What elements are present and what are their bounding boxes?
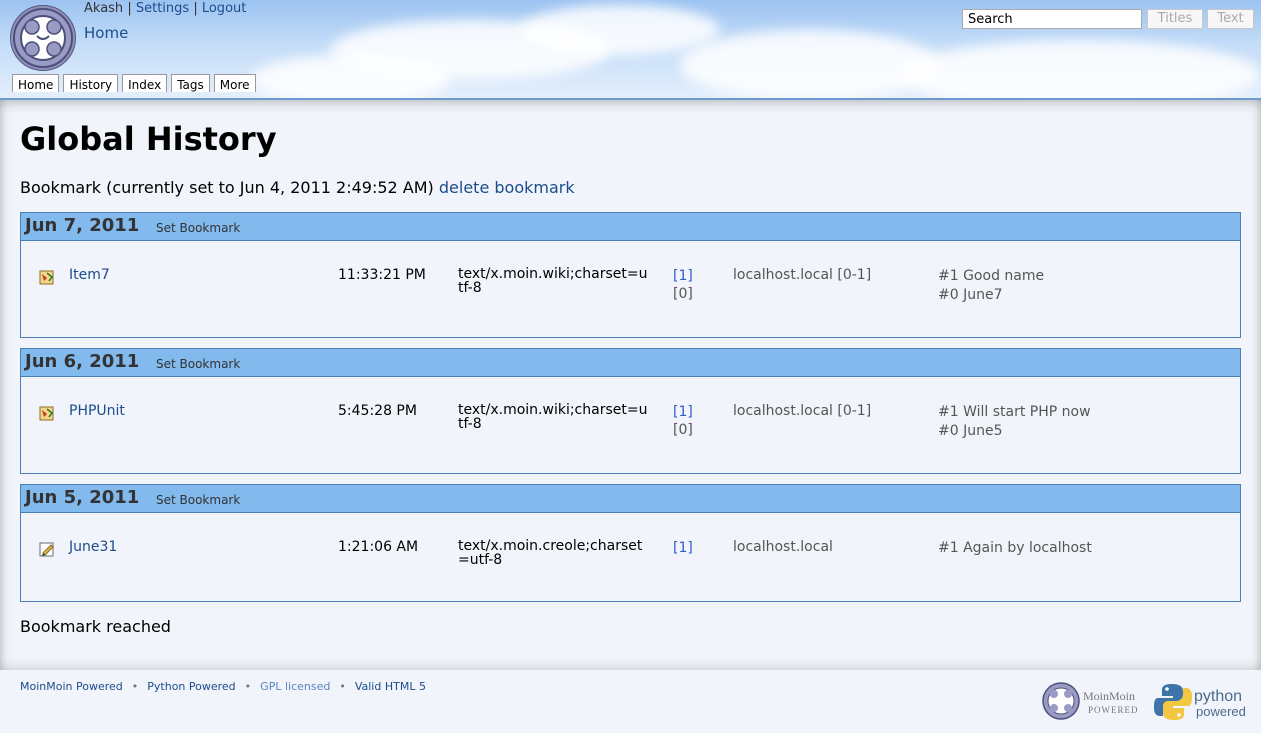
day-date: Jun 5, 2011 bbox=[25, 487, 140, 508]
python-powered-badge[interactable]: python powered bbox=[1154, 682, 1249, 722]
comment: #0 June5 bbox=[938, 423, 1003, 439]
page-name-link[interactable]: Item7 bbox=[69, 267, 110, 283]
search-input[interactable] bbox=[962, 9, 1142, 29]
tab-home[interactable]: Home bbox=[12, 74, 60, 92]
cloud-decoration bbox=[520, 5, 720, 55]
set-bookmark-link[interactable]: Set Bookmark bbox=[156, 357, 240, 371]
titles-button[interactable]: Titles bbox=[1147, 9, 1203, 29]
valid-html5-link[interactable]: Valid HTML 5 bbox=[355, 680, 426, 693]
cloud-decoration bbox=[250, 55, 450, 98]
day-block: Jun 7, 2011 Set Bookmark Item7 11:33:21 … bbox=[20, 212, 1241, 338]
tab-history[interactable]: History bbox=[63, 74, 119, 92]
username[interactable]: Akash bbox=[84, 1, 123, 16]
bullet: • bbox=[244, 680, 252, 693]
comment: #1 Will start PHP now bbox=[938, 404, 1091, 420]
day-header: Jun 5, 2011 Set Bookmark bbox=[21, 485, 1240, 513]
tab-index[interactable]: Index bbox=[122, 74, 168, 92]
comment: #1 Again by localhost bbox=[938, 540, 1092, 556]
edit-time: 11:33:21 PM bbox=[338, 267, 426, 283]
comments: #1 Will start PHP now #0 June5 bbox=[938, 403, 1091, 441]
comment: #0 June7 bbox=[938, 287, 1003, 303]
comments: #1 Good name #0 June7 bbox=[938, 267, 1044, 305]
delete-bookmark-link[interactable]: delete bookmark bbox=[439, 178, 575, 197]
day-block: Jun 5, 2011 Set Bookmark June31 1:21:06 … bbox=[20, 484, 1241, 602]
comments: #1 Again by localhost bbox=[938, 539, 1092, 558]
revision-other: [0] bbox=[673, 286, 693, 302]
day-date: Jun 6, 2011 bbox=[25, 351, 140, 372]
history-row: June31 1:21:06 AM text/x.moin.creole;cha… bbox=[21, 513, 1240, 601]
revision-link[interactable]: [1] bbox=[673, 539, 693, 557]
set-bookmark-link[interactable]: Set Bookmark bbox=[156, 221, 240, 235]
revisions: [1] [0] bbox=[673, 267, 693, 303]
separator: | bbox=[127, 1, 132, 16]
moin-badge-subtext: POWERED bbox=[1088, 705, 1139, 715]
comment: #1 Good name bbox=[938, 268, 1045, 284]
edit-time: 5:45:28 PM bbox=[338, 403, 417, 419]
content-type: text/x.moin.wiki;charset=utf-8 bbox=[458, 266, 648, 296]
page-name-link[interactable]: PHPUnit bbox=[69, 403, 125, 419]
home-link[interactable]: Home bbox=[84, 24, 128, 42]
content-type: text/x.moin.wiki;charset=utf-8 bbox=[458, 402, 648, 432]
text-button[interactable]: Text bbox=[1207, 9, 1254, 29]
bookmark-reached-text: Bookmark reached bbox=[20, 617, 171, 636]
cloud-decoration bbox=[680, 30, 940, 98]
cloud-decoration bbox=[900, 40, 1260, 98]
gpl-licensed-link[interactable]: GPL licensed bbox=[260, 680, 330, 693]
page-diff-icon[interactable] bbox=[39, 269, 55, 285]
page-diff-icon[interactable] bbox=[39, 405, 55, 421]
tab-tags[interactable]: Tags bbox=[171, 74, 210, 92]
page-name-link[interactable]: June31 bbox=[69, 539, 117, 555]
bullet: • bbox=[131, 680, 139, 693]
revisions: [1] [0] bbox=[673, 403, 693, 439]
moinmoin-powered-link[interactable]: MoinMoin Powered bbox=[20, 680, 123, 693]
user-bar: Akash | Settings | Logout bbox=[84, 1, 246, 16]
edit-time: 1:21:06 AM bbox=[338, 539, 419, 555]
separator: | bbox=[193, 1, 198, 16]
python-badge-subtext: powered bbox=[1196, 704, 1246, 719]
nav-tabs: Home History Index Tags More bbox=[12, 74, 256, 92]
logout-link[interactable]: Logout bbox=[202, 1, 247, 16]
bookmark-line: Bookmark (currently set to Jun 4, 2011 2… bbox=[20, 178, 575, 197]
content-type: text/x.moin.creole;charset=utf-8 bbox=[458, 538, 643, 568]
tab-more[interactable]: More bbox=[213, 74, 256, 92]
main-content: Global History Bookmark (currently set t… bbox=[0, 100, 1261, 670]
moin-badge-text: MoinMoin bbox=[1083, 689, 1135, 703]
moinmoin-powered-badge[interactable]: MoinMoin POWERED bbox=[1041, 681, 1141, 721]
python-badge-text: python bbox=[1194, 688, 1242, 705]
python-powered-link[interactable]: Python Powered bbox=[147, 680, 235, 693]
day-header: Jun 6, 2011 Set Bookmark bbox=[21, 349, 1240, 377]
footer: MoinMoin Powered • Python Powered • GPL lice… bbox=[0, 670, 1261, 733]
revisions: [1] bbox=[673, 539, 693, 557]
header: Akash | Settings | Logout Home Titles Te… bbox=[0, 0, 1261, 100]
history-row: Item7 11:33:21 PM text/x.moin.wiki;chars… bbox=[21, 241, 1240, 337]
revision-other: [0] bbox=[673, 422, 693, 438]
footer-links: MoinMoin Powered • Python Powered • GPL lice… bbox=[20, 680, 426, 693]
set-bookmark-link[interactable]: Set Bookmark bbox=[156, 493, 240, 507]
day-header: Jun 7, 2011 Set Bookmark bbox=[21, 213, 1240, 241]
history-row: PHPUnit 5:45:28 PM text/x.moin.wiki;char… bbox=[21, 377, 1240, 473]
day-date: Jun 7, 2011 bbox=[25, 215, 140, 236]
moinmoin-logo[interactable] bbox=[10, 5, 76, 71]
settings-link[interactable]: Settings bbox=[136, 1, 189, 16]
bullet: • bbox=[339, 680, 346, 693]
editor-host: localhost.local [0-1] bbox=[733, 403, 872, 419]
bookmark-text: Bookmark (currently set to Jun 4, 2011 2… bbox=[20, 178, 434, 197]
page-new-icon[interactable] bbox=[39, 541, 55, 557]
editor-host: localhost.local [0-1] bbox=[733, 267, 872, 283]
day-block: Jun 6, 2011 Set Bookmark PHPUnit 5:45:28… bbox=[20, 348, 1241, 474]
editor-host: localhost.local bbox=[733, 539, 833, 555]
page-title: Global History bbox=[20, 120, 277, 158]
revision-link[interactable]: [1] bbox=[673, 267, 693, 285]
revision-link[interactable]: [1] bbox=[673, 403, 693, 421]
